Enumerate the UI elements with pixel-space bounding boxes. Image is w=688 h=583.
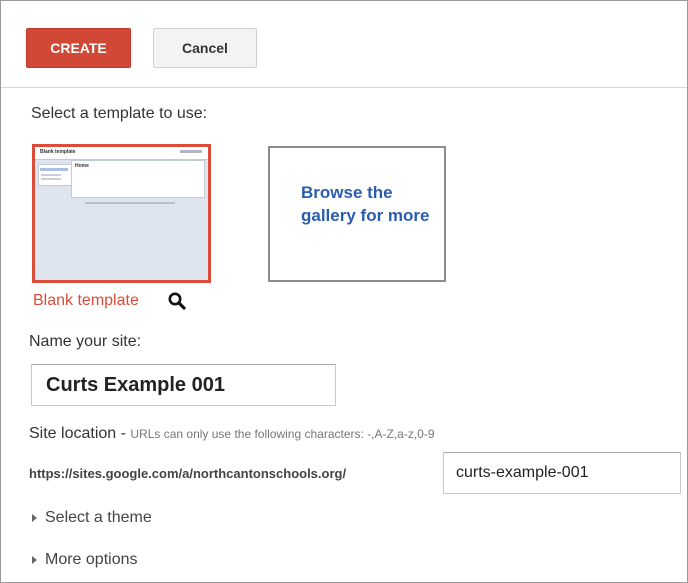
url-prefix: https://sites.google.com/a/northcantonsc… — [29, 466, 347, 481]
more-options-label: More options — [45, 551, 138, 568]
thumbnail-sidebar-selected — [40, 168, 68, 171]
blank-template-caption[interactable]: Blank template — [33, 292, 139, 310]
create-button[interactable]: CREATE — [26, 28, 131, 68]
blank-template-thumbnail[interactable]: Blank template Home — [32, 144, 211, 283]
thumbnail-page: Home — [71, 160, 205, 198]
site-name-input[interactable]: Curts Example 001 — [31, 364, 336, 406]
triangle-right-icon — [32, 556, 37, 564]
thumbnail-title: Blank template — [40, 149, 76, 155]
site-location-label: Site location - URLs can only use the fo… — [29, 425, 435, 443]
thumbnail-page-title: Home — [75, 163, 89, 169]
browse-gallery-link[interactable]: Browse the gallery for more — [301, 181, 431, 227]
select-theme-label: Select a theme — [45, 509, 152, 526]
template-section-label: Select a template to use: — [31, 105, 208, 122]
thumbnail-sidebar-line — [41, 174, 61, 176]
thumbnail-footer — [85, 202, 175, 204]
thumbnail-header: Blank template — [35, 147, 208, 160]
site-name-label: Name your site: — [29, 333, 142, 350]
create-site-panel: CREATE Cancel Select a template to use: … — [0, 0, 688, 583]
select-theme-expander[interactable]: Select a theme — [32, 509, 152, 527]
magnifier-icon[interactable] — [167, 291, 187, 311]
site-location-label-text: Site location - — [29, 425, 131, 442]
thumbnail-sidebar-line — [41, 178, 61, 180]
site-location-hint: URLs can only use the following characte… — [130, 427, 435, 441]
thumbnail-sidebar — [38, 164, 72, 186]
triangle-right-icon — [32, 514, 37, 522]
thumbnail-header-link — [180, 150, 202, 153]
more-options-expander[interactable]: More options — [32, 551, 138, 569]
site-url-input[interactable]: curts-example-001 — [443, 452, 681, 494]
toolbar: CREATE Cancel — [1, 1, 687, 88]
cancel-button[interactable]: Cancel — [153, 28, 257, 68]
browse-gallery-box[interactable]: Browse the gallery for more — [268, 146, 446, 282]
